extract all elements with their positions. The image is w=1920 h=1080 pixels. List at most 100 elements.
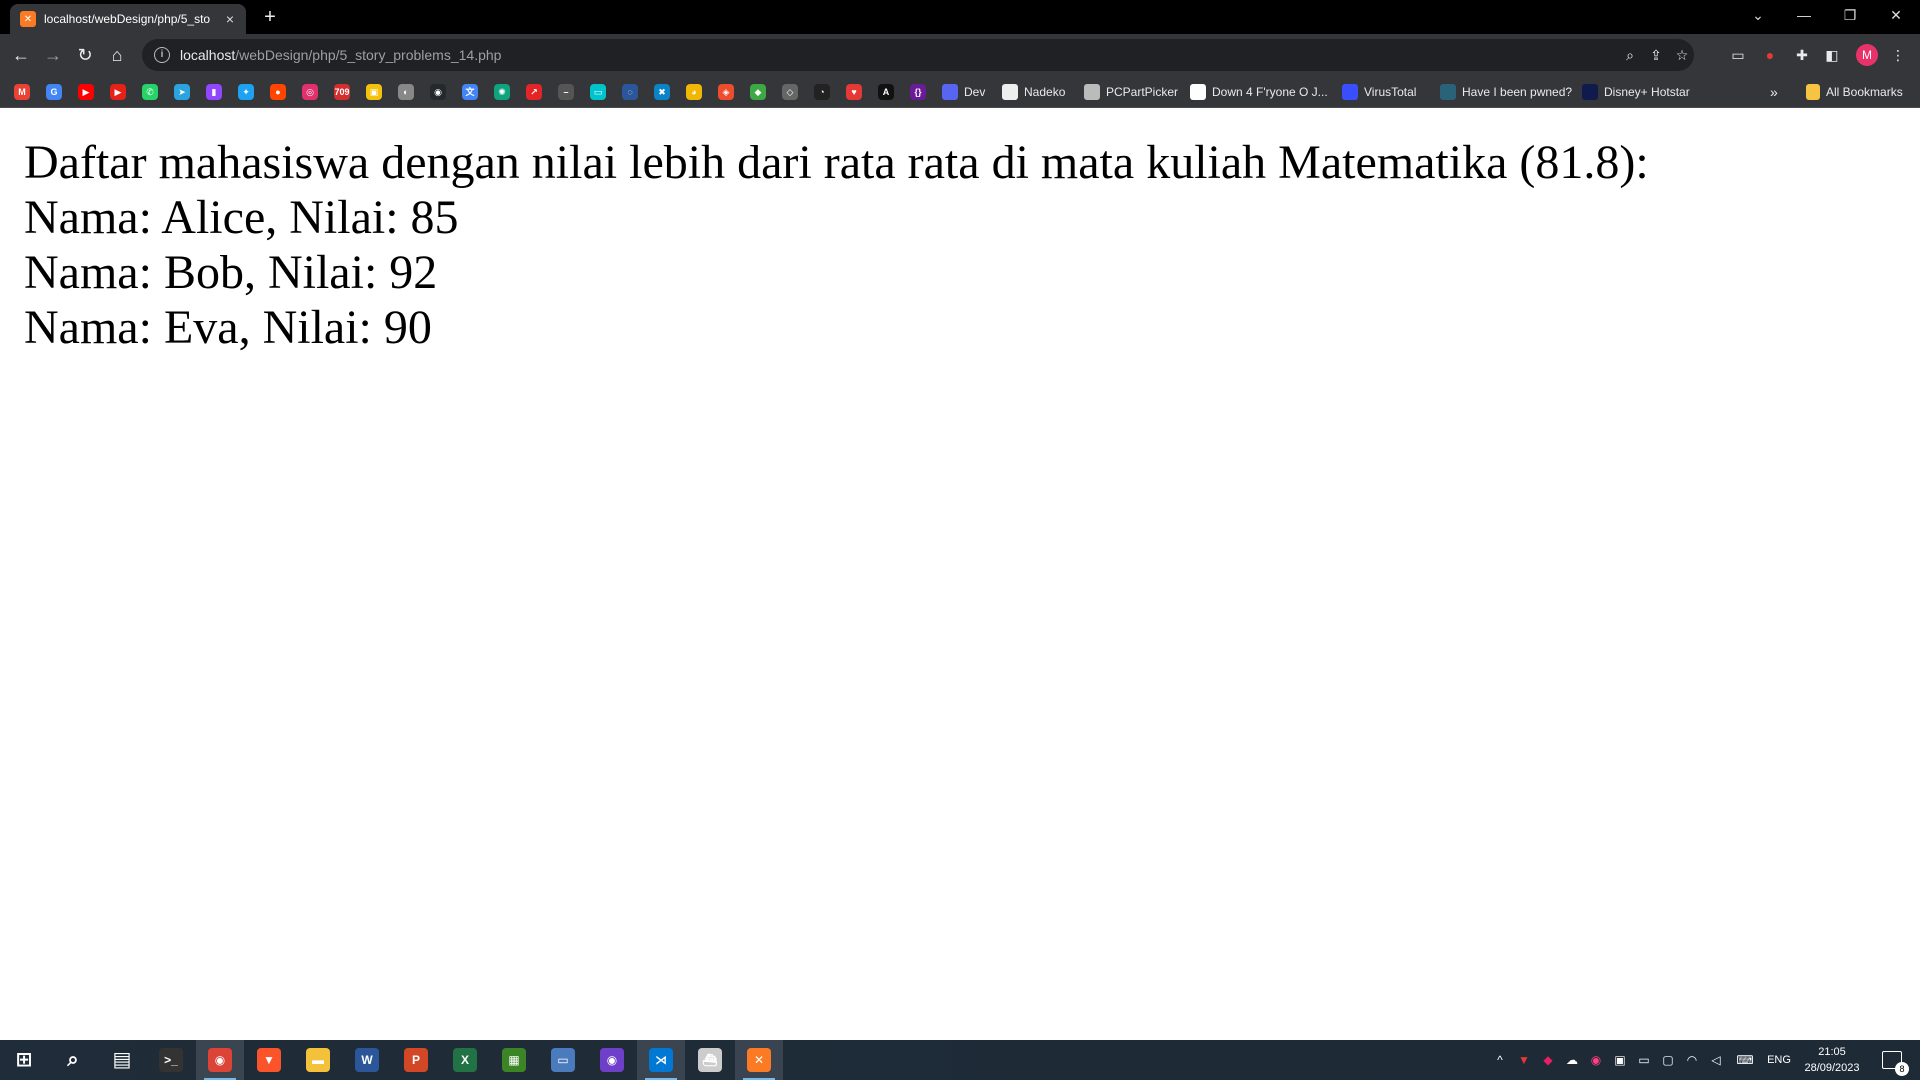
bookmark-mobile-legends-icon[interactable]: ◆ — [750, 84, 766, 100]
bookmark-hibp[interactable]: Have I been pwned? — [1440, 82, 1572, 102]
onedrive-icon[interactable]: ☁ — [1562, 1040, 1582, 1080]
bookmark-label: PCPartPicker — [1106, 85, 1179, 99]
bookmark-gmail-icon[interactable]: M — [14, 84, 30, 100]
bookmark-google-icon[interactable]: G — [46, 84, 62, 100]
browser-tab[interactable]: ✕ localhost/webDesign/php/5_sto × — [10, 4, 246, 34]
bookmark-bracket-a-icon[interactable]: A — [878, 84, 894, 100]
bookmark-bracket-b-icon[interactable]: {} — [910, 84, 926, 100]
taskbar-word-button[interactable]: W — [343, 1040, 391, 1080]
clock-time: 21:05 — [1818, 1046, 1846, 1058]
home-button[interactable]: ⌂ — [104, 42, 130, 68]
adblock-icon[interactable]: ● — [1760, 45, 1780, 65]
browser-toolbar: ← → ↻ ⌂ i localhost/webDesign/php/5_stor… — [0, 34, 1920, 76]
battery-icon[interactable]: ▭ — [1634, 1040, 1654, 1080]
taskbar-github-desktop-button[interactable]: ◉ — [588, 1040, 636, 1080]
bookmark-photo-icon[interactable]: ▣ — [366, 84, 382, 100]
back-button[interactable]: ← — [8, 42, 34, 68]
tab-search-button[interactable]: ⌄ — [1736, 0, 1780, 30]
taskbar-remote-desktop-button[interactable]: ▭ — [539, 1040, 587, 1080]
task-view-icon: ▤ — [112, 1049, 132, 1071]
bookmark-virustotal[interactable]: VirusTotal — [1342, 82, 1416, 102]
taskbar-chrome-button[interactable]: ◉ — [196, 1040, 244, 1080]
antivirus-tray-icon[interactable]: ▼ — [1514, 1040, 1534, 1080]
site-info-icon[interactable]: i — [154, 47, 170, 63]
new-tab-button[interactable]: + — [258, 5, 282, 29]
creative-cloud-icon[interactable]: ◉ — [1586, 1040, 1606, 1080]
bookmark-shopping-icon[interactable]: ◈ — [718, 84, 734, 100]
bookmark-down4[interactable]: Down 4 F'ryone O J... — [1190, 82, 1328, 102]
search-icon: ⌕ — [67, 1049, 79, 1071]
taskbar-docker-button[interactable]: ⛴ — [686, 1040, 734, 1080]
reload-button[interactable]: ↻ — [72, 42, 98, 68]
bookmark-bear-icon[interactable]: ◕ — [686, 84, 702, 100]
bookmark-hotstar[interactable]: Disney+ Hotstar — [1582, 82, 1690, 102]
bookmark-chatgpt-icon[interactable]: ✺ — [494, 84, 510, 100]
bookmark-nadeko[interactable]: Nadeko — [1002, 82, 1065, 102]
bookmark-1709-icon[interactable]: 709 — [334, 84, 350, 100]
bookmark-youtube-icon[interactable]: ▶ — [78, 84, 94, 100]
taskbar-file-explorer-button[interactable]: ▬ — [294, 1040, 342, 1080]
share-icon[interactable]: ⇪ — [1646, 45, 1666, 65]
bookmark-roblox-icon[interactable]: ◇ — [782, 84, 798, 100]
bookmark-reddit-icon[interactable]: ● — [270, 84, 286, 100]
zoom-icon[interactable]: ⌕ — [1620, 45, 1640, 65]
restore-button[interactable]: ❐ — [1828, 0, 1872, 30]
side-panel-icon[interactable]: ◧ — [1822, 45, 1842, 65]
nadeko-icon — [1002, 84, 1018, 100]
bookmark-youtube-music-icon[interactable]: ▶ — [110, 84, 126, 100]
camera-icon[interactable]: ▣ — [1610, 1040, 1630, 1080]
bookmark-instagram-icon[interactable]: ◎ — [302, 84, 318, 100]
taskbar-clock[interactable]: 21:05 28/09/2023 — [1796, 1044, 1868, 1076]
bookmark-twitch-icon[interactable]: ▮ — [206, 84, 222, 100]
menu-kebab-icon[interactable]: ⋮ — [1888, 45, 1908, 65]
taskbar-vscode-button[interactable]: ⋊ — [637, 1040, 685, 1080]
bookmark-zoho-icon[interactable]: ↗ — [526, 84, 542, 100]
all-bookmarks-folder[interactable]: All Bookmarks — [1806, 82, 1903, 102]
address-bar[interactable]: i localhost/webDesign/php/5_story_proble… — [142, 39, 1694, 71]
taskbar-task-view-button[interactable]: ▤ — [98, 1040, 146, 1080]
github-desktop-icon: ◉ — [600, 1048, 624, 1072]
bookmark-quill-icon[interactable]: ◌ — [622, 84, 638, 100]
bookmark-vscode-web-icon[interactable]: ✖ — [654, 84, 670, 100]
bookmark-anime-icon[interactable]: ◐ — [398, 84, 414, 100]
taskbar-excel-button[interactable]: X — [441, 1040, 489, 1080]
language-indicator[interactable]: ENG — [1764, 1040, 1794, 1080]
taskbar-brave-button[interactable]: ▼ — [245, 1040, 293, 1080]
minimize-button[interactable]: — — [1782, 0, 1826, 30]
taskbar-terminal-button[interactable]: >_ — [147, 1040, 195, 1080]
bookmark-heart-icon[interactable]: ♥ — [846, 84, 862, 100]
display-icon[interactable]: ▢ — [1658, 1040, 1678, 1080]
bookmark-dev[interactable]: Dev — [942, 82, 985, 102]
bookmark-dash-icon[interactable]: – — [558, 84, 574, 100]
keyboard-icon[interactable]: ⌨ — [1732, 1040, 1758, 1080]
profile-avatar[interactable]: M — [1856, 44, 1878, 66]
bookmark-star-icon[interactable]: ☆ — [1672, 45, 1692, 65]
app-tray-icon[interactable]: ◆ — [1538, 1040, 1558, 1080]
wifi-icon[interactable]: ◠ — [1682, 1040, 1702, 1080]
bookmark-telegram-icon[interactable]: ➤ — [174, 84, 190, 100]
taskbar-minecraft-button[interactable]: ▦ — [490, 1040, 538, 1080]
notifications-button[interactable]: 8 — [1872, 1040, 1912, 1080]
bookmarks-overflow-button[interactable]: » — [1770, 82, 1778, 102]
taskbar-search-button[interactable]: ⌕ — [49, 1040, 97, 1080]
bookmark-label: Have I been pwned? — [1462, 85, 1573, 99]
forward-button[interactable]: → — [40, 42, 66, 68]
bookmark-translate-icon[interactable]: 文 — [462, 84, 478, 100]
volume-icon[interactable]: ◁ — [1706, 1040, 1726, 1080]
extension-icon[interactable]: ▭ — [1728, 45, 1748, 65]
tray-overflow-chevron[interactable]: ^ — [1490, 1040, 1510, 1080]
extensions-puzzle-icon[interactable]: ✚ — [1792, 45, 1812, 65]
bookmark-github-icon[interactable]: ◉ — [430, 84, 446, 100]
remote-desktop-icon: ▭ — [551, 1048, 575, 1072]
bookmark-twitter-icon[interactable]: ✦ — [238, 84, 254, 100]
taskbar-xampp-button[interactable]: ✕ — [735, 1040, 783, 1080]
bookmark-canva-icon[interactable]: ▭ — [590, 84, 606, 100]
taskbar-powerpoint-button[interactable]: P — [392, 1040, 440, 1080]
bookmark-whatsapp-icon[interactable]: ✆ — [142, 84, 158, 100]
taskbar-start-button[interactable]: ⊞ — [0, 1040, 48, 1080]
bookmark-speedtest-icon[interactable]: ◔ — [814, 84, 830, 100]
close-window-button[interactable]: ✕ — [1874, 0, 1918, 30]
tab-close-icon[interactable]: × — [222, 11, 238, 27]
bookmark-pcpartpicker[interactable]: PCPartPicker — [1084, 82, 1178, 102]
all-bookmarks-label: All Bookmarks — [1826, 85, 1903, 99]
